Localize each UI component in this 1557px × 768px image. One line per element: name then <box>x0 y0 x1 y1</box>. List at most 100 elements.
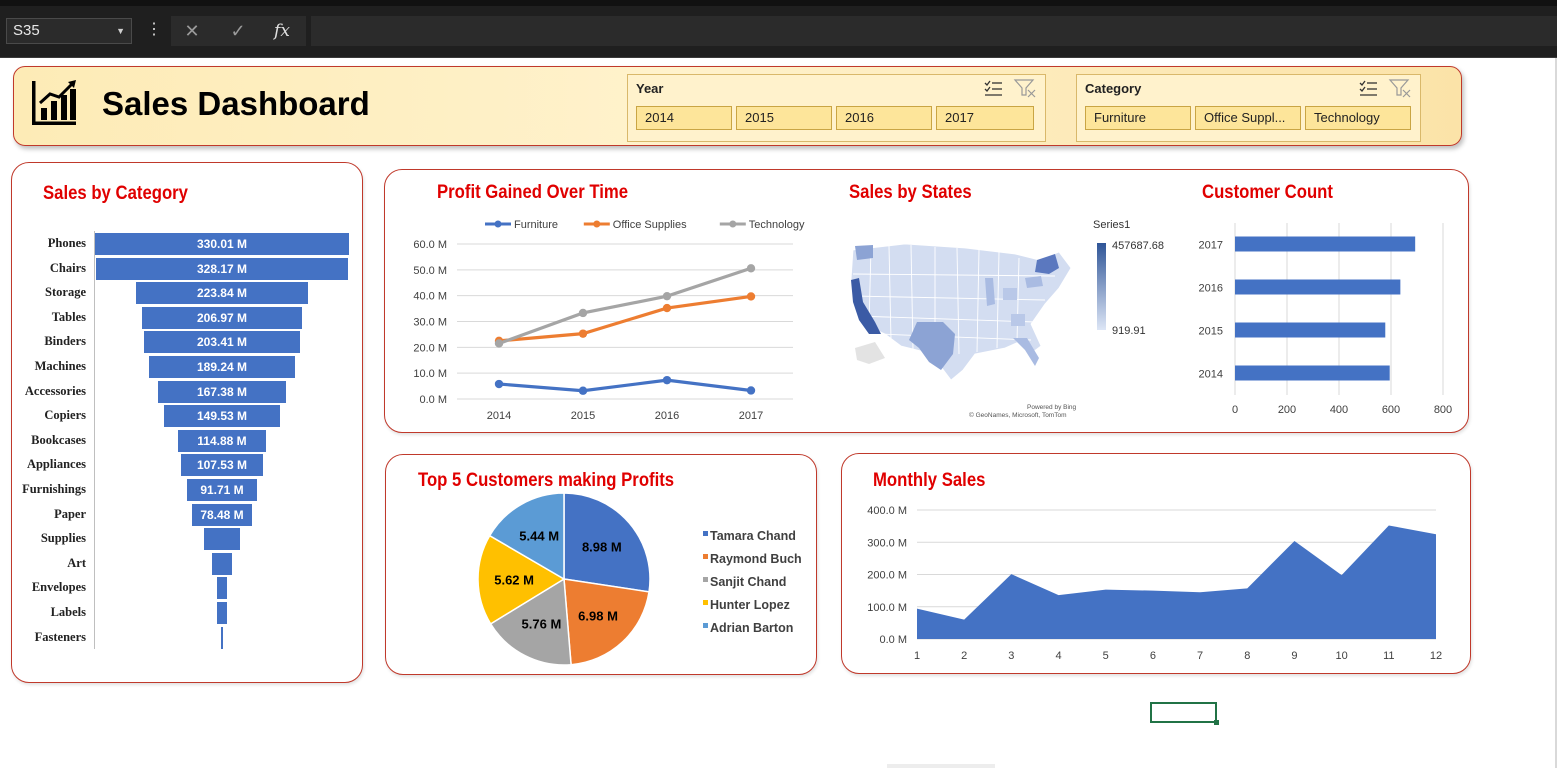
x-tick-label: 5 <box>1103 650 1109 662</box>
y-tick-label: 30.0 M <box>413 317 447 329</box>
sales-by-category-panel: Sales by Category Phones 330.01 M Chairs 32… <box>11 162 363 683</box>
funnel-category-label: Copiers <box>44 408 86 423</box>
funnel-row: Accessories 167.38 M <box>12 380 362 403</box>
legend-label: Furniture <box>514 219 558 231</box>
overview-panel: Profit Gained Over Time Sales by States … <box>384 169 1469 433</box>
y-tick-label: 2015 <box>1199 326 1223 338</box>
funnel-bar <box>211 552 233 575</box>
count-bar <box>1235 279 1401 295</box>
funnel-category-label: Labels <box>50 605 86 619</box>
funnel-bar: 167.38 M <box>157 380 287 403</box>
legend-entry: Technology <box>719 219 805 231</box>
funnel-category-label: Bookcases <box>31 432 86 447</box>
y-tick-label: 50.0 M <box>413 265 447 277</box>
funnel-category-label: Furnishings <box>22 482 86 496</box>
data-point <box>746 386 756 395</box>
y-tick-label: 100.0 M <box>867 602 907 614</box>
funnel-bar: 203.41 M <box>143 331 301 354</box>
formula-buttons: ✕ ✓ fx <box>171 16 306 46</box>
multi-select-icon[interactable] <box>984 80 1002 96</box>
insert-function-icon[interactable]: fx <box>269 19 295 43</box>
clear-filter-icon[interactable] <box>1013 79 1036 98</box>
funnel-bar: 206.97 M <box>142 306 302 329</box>
funnel-category-label: Fasteners <box>34 629 86 644</box>
cancel-icon[interactable]: ✕ <box>179 19 205 43</box>
legend-label: Office Supplies <box>613 219 687 231</box>
slicer-item-technology[interactable]: Technology <box>1305 106 1411 130</box>
funnel-row: Bookcases 114.88 M <box>12 429 362 452</box>
funnel-bar: 149.53 M <box>164 405 280 428</box>
data-point <box>494 339 504 348</box>
profit-line-chart: 0.0 M 10.0 M 20.0 M 30.0 M 40.0 M 50.0 M 60.0 … <box>413 219 805 422</box>
x-tick-label: 6 <box>1150 650 1156 662</box>
x-tick-label: 12 <box>1430 650 1442 662</box>
funnel-category-label: Appliances <box>26 457 86 472</box>
category-slicer: Category Furniture Office Suppl... Techn… <box>1076 74 1421 142</box>
funnel-bar <box>204 528 240 551</box>
formula-input[interactable] <box>311 16 1557 46</box>
funnel-bar: 114.88 M <box>177 429 267 452</box>
slicer-item-2016[interactable]: 2016 <box>836 106 932 130</box>
funnel-row: Machines 189.24 M <box>12 356 362 378</box>
map-legend-title: Series1 <box>1093 219 1131 231</box>
count-bar <box>1235 365 1390 381</box>
slicer-title: Year <box>636 81 664 96</box>
panel-title: Profit Gained Over Time <box>437 182 629 203</box>
funnel-row: Copiers 149.53 M <box>12 405 362 428</box>
funnel-row: Supplies <box>12 528 362 551</box>
x-tick-label: 3 <box>1008 650 1014 662</box>
panel-title: Customer Count <box>1202 182 1333 203</box>
more-options-icon[interactable]: ⋮ <box>146 18 162 42</box>
x-tick-label: 2 <box>961 650 967 662</box>
multi-select-icon[interactable] <box>1359 80 1377 96</box>
y-tick-label: 0.0 M <box>419 394 447 406</box>
legend-label: Hunter Lopez <box>710 598 790 612</box>
legend-marker <box>494 220 502 228</box>
fill-handle[interactable] <box>1214 720 1219 725</box>
pie-data-label: 6.98 M <box>578 608 618 623</box>
x-tick-label: 400 <box>1330 404 1348 416</box>
slicer-item-2015[interactable]: 2015 <box>736 106 832 130</box>
x-tick-label: 10 <box>1336 650 1348 662</box>
legend-swatch <box>703 531 708 536</box>
year-slicer: Year 2014 2015 2016 2017 <box>627 74 1046 142</box>
funnel-row: Appliances 107.53 M <box>12 454 362 477</box>
funnel-row: Art <box>12 552 362 575</box>
chart-logo-icon <box>32 80 76 125</box>
count-bar <box>1235 322 1386 338</box>
x-tick-label: 1 <box>914 650 920 662</box>
slicer-toolbar <box>1359 79 1411 98</box>
slicer-item-furniture[interactable]: Furniture <box>1085 106 1191 130</box>
funnel-bar <box>221 626 223 649</box>
monthly-sales-area-chart: 0.0 M100.0 M200.0 M300.0 M400.0 M1 2 3 4 5 6 7… <box>867 505 1442 662</box>
slicer-item-2017[interactable]: 2017 <box>936 106 1034 130</box>
y-tick-label: 40.0 M <box>413 291 447 303</box>
top-customers-pie-chart: 8.98 M 6.98 M 5.76 M 5.62 M 5.44 M Tamara Cha… <box>477 492 802 666</box>
x-tick-label: 2014 <box>487 410 511 422</box>
x-tick-label: 8 <box>1244 650 1250 662</box>
legend-label: Sanjit Chand <box>710 575 786 589</box>
data-point <box>578 329 588 338</box>
data-point <box>662 303 672 313</box>
active-cell[interactable] <box>1150 702 1219 725</box>
legend-label: Raymond Buch <box>710 552 802 566</box>
funnel-category-label: Binders <box>44 334 86 349</box>
x-tick-label: 2016 <box>655 410 679 422</box>
slicer-item-office-supplies[interactable]: Office Suppl... <box>1195 106 1301 130</box>
us-map-chart: Series1 <box>850 243 1072 381</box>
chevron-down-icon[interactable]: ▼ <box>116 19 125 43</box>
funnel-bar <box>217 602 227 624</box>
enter-icon[interactable]: ✓ <box>225 19 251 43</box>
funnel-category-label: Storage <box>45 285 86 300</box>
pie-data-label: 8.98 M <box>582 539 622 554</box>
dashboard-title: Sales Dashboard <box>102 85 370 122</box>
name-box-value: S35 <box>13 22 40 39</box>
clear-filter-icon[interactable] <box>1388 79 1411 98</box>
slicer-item-2014[interactable]: 2014 <box>636 106 732 130</box>
top-customers-panel: Top 5 Customers making Profits 8.98 M 6.9… <box>385 454 817 675</box>
name-box[interactable]: S35 ▼ <box>6 18 132 44</box>
funnel-row: Fasteners <box>12 626 362 649</box>
funnel-category-label: Chairs <box>49 260 86 275</box>
y-tick-label: 300.0 M <box>867 537 907 549</box>
y-tick-label: 2016 <box>1199 283 1223 295</box>
